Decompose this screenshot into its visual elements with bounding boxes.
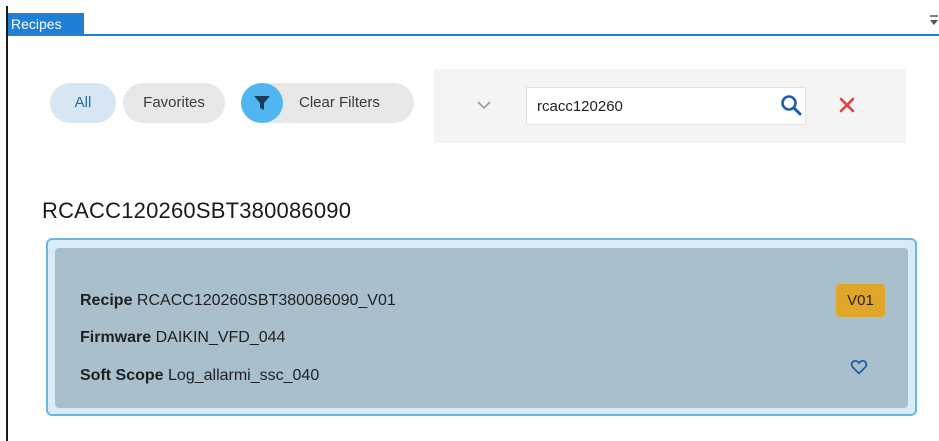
tab-recipes[interactable]: Recipes [8, 13, 84, 36]
title-bar: Recipes [8, 6, 939, 36]
version-badge: V01 [836, 284, 885, 317]
group-title: RCACC120260SBT380086090 [42, 198, 352, 223]
recipe-card[interactable]: Recipe RCACC120260SBT380086090_V01 Firmw… [55, 248, 908, 408]
softscope-value: Log_allarmi_ssc_040 [168, 367, 320, 384]
search-panel [434, 69, 906, 143]
recipe-row: Recipe RCACC120260SBT380086090_V01 [80, 292, 396, 310]
recipe-card-container: Recipe RCACC120260SBT380086090_V01 Firmw… [46, 238, 917, 416]
softscope-label: Soft Scope [80, 367, 164, 384]
filter-favorites-button[interactable]: Favorites [123, 83, 225, 123]
filter-icon[interactable] [241, 83, 283, 123]
pin-icon[interactable] [929, 14, 939, 28]
recipe-value: RCACC120260SBT380086090_V01 [136, 292, 396, 309]
clear-filters-label: Clear Filters [299, 94, 380, 111]
chevron-down-icon[interactable] [476, 97, 492, 113]
firmware-row: Firmware DAIKIN_VFD_044 [80, 329, 285, 347]
close-icon[interactable] [838, 96, 856, 114]
heart-icon[interactable] [850, 358, 868, 376]
search-input[interactable] [526, 87, 806, 125]
softscope-row: Soft Scope Log_allarmi_ssc_040 [80, 367, 319, 385]
filter-all-button[interactable]: All [50, 83, 116, 123]
search-icon[interactable] [780, 94, 802, 116]
firmware-value: DAIKIN_VFD_044 [155, 329, 286, 346]
firmware-label: Firmware [80, 329, 152, 346]
recipe-label: Recipe [80, 292, 133, 309]
